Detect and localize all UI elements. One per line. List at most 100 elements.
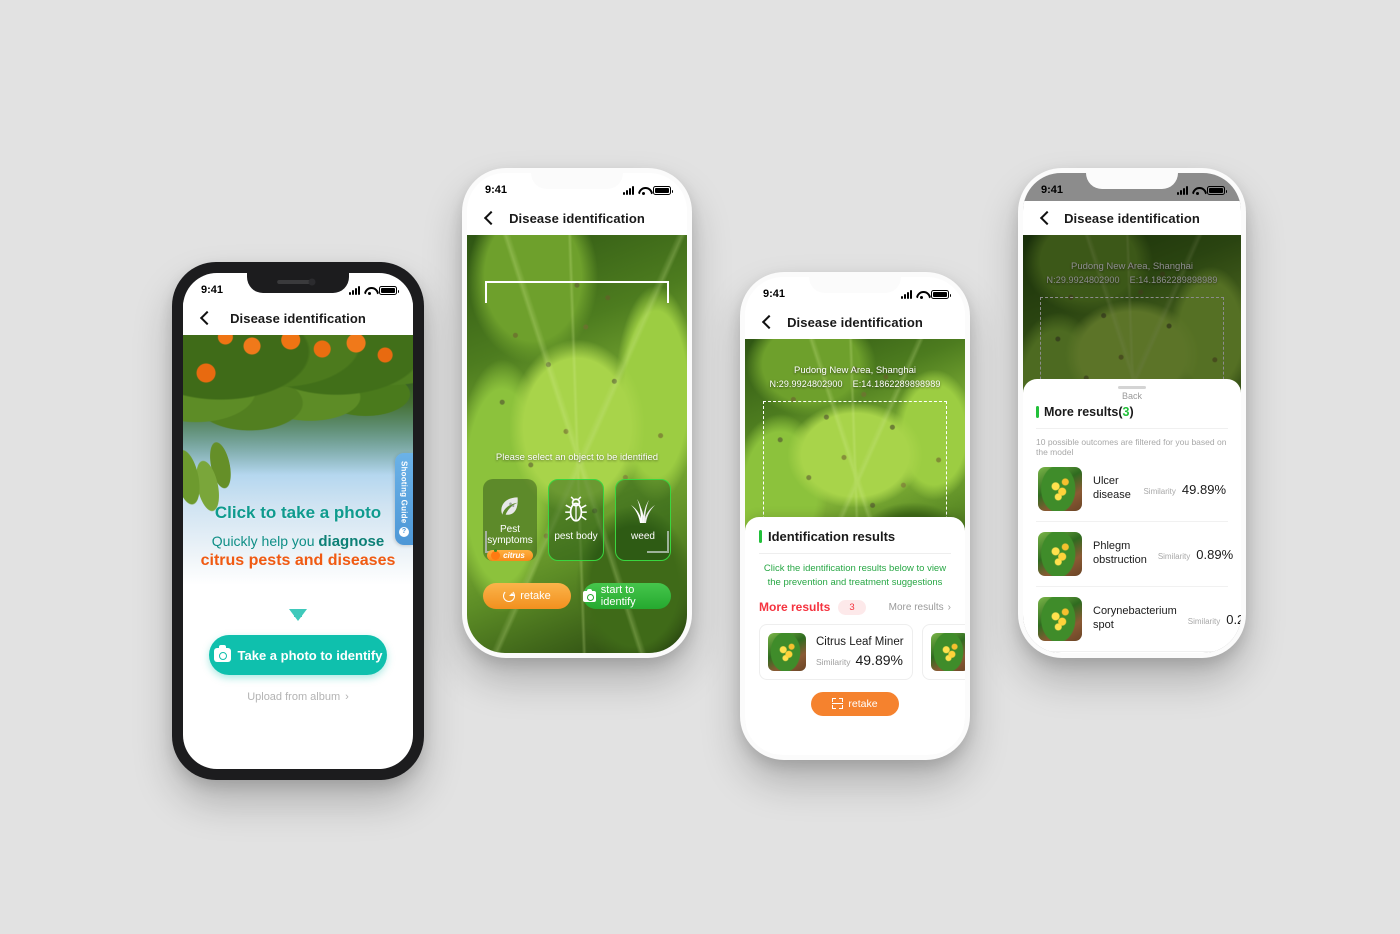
retake-button[interactable]: retake — [483, 583, 571, 609]
earpiece-speaker — [277, 280, 312, 285]
phone-3-nav-bar: Disease identification — [745, 305, 965, 339]
shooting-guide-tab[interactable]: Shooting Guide ? — [395, 453, 413, 545]
drag-handle-icon[interactable] — [1118, 386, 1146, 389]
tile-label: weed — [631, 531, 655, 542]
phone-1-notch — [247, 273, 349, 293]
wifi-icon — [1192, 186, 1203, 195]
start-identify-button[interactable]: start to identify — [583, 583, 671, 609]
result-similarity: Similarity 0.21% — [1188, 612, 1241, 627]
tile-label: Pest symptoms — [487, 523, 533, 546]
take-photo-label: Take a photo to identify — [237, 647, 383, 663]
result-name: Citrus Leaf Miner — [816, 635, 904, 648]
back-button[interactable] — [1037, 210, 1053, 226]
similarity-value: 49.89% — [855, 651, 903, 668]
status-time: 9:41 — [485, 184, 508, 196]
similarity-label: Similarity — [1157, 551, 1191, 561]
cellular-bars-icon — [901, 289, 912, 299]
back-button[interactable] — [759, 314, 775, 330]
capture-actions: retake start to identify — [483, 583, 671, 609]
citrus-badge: citrus — [487, 548, 533, 561]
result-card-next[interactable] — [922, 623, 965, 680]
sheet-subtitle: 10 possible outcomes are filtered for yo… — [1036, 428, 1228, 457]
more-results-link[interactable]: More results › — [889, 602, 951, 613]
phone-3-results: 9:41 Disease identification Pudong New A… — [740, 272, 970, 760]
battery-icon — [931, 289, 951, 299]
back-button[interactable] — [481, 210, 497, 226]
shooting-guide-label: Shooting Guide — [399, 460, 409, 524]
wifi-icon — [638, 186, 649, 195]
tile-label: pest body — [554, 531, 598, 542]
page-title: Disease identification — [1064, 210, 1200, 226]
geo-coordinates: N:29.9924802900 E:14.1862289898989 — [745, 379, 965, 389]
phone-4-notch — [1086, 173, 1178, 189]
tile-pest-body[interactable]: pest body — [548, 479, 604, 561]
result-info: Citrus Leaf Miner Similarity 49.89% — [816, 636, 904, 668]
leaf-thumbnail-icon — [1038, 532, 1082, 576]
result-cards: Citrus Leaf Miner Similarity 49.89% — [759, 623, 965, 680]
phone-3-notch — [809, 277, 901, 293]
divider — [759, 553, 951, 554]
geo-longitude: E:14.1862289898989 — [1129, 275, 1218, 285]
result-similarity: Similarity 49.89% — [1143, 482, 1226, 497]
geo-coordinates: N:29.9924802900 E:14.1862289898989 — [1023, 275, 1241, 285]
status-indicators — [1177, 185, 1227, 195]
similarity-label: Similarity — [1143, 486, 1176, 496]
list-item[interactable]: Phlegm obstruction Similarity 0.89% — [1036, 522, 1233, 587]
citrus-tree-illustration — [183, 335, 413, 475]
front-camera-icon — [308, 278, 316, 286]
upload-from-album-link[interactable]: Upload from album › — [183, 691, 413, 703]
phone-2-capture: 9:41 Disease identification Please selec… — [462, 168, 692, 658]
status-time: 9:41 — [201, 284, 224, 296]
camera-icon — [213, 645, 231, 662]
status-time: 9:41 — [1041, 184, 1064, 196]
retake-label: retake — [848, 697, 878, 710]
phone-4-nav-bar: Disease identification — [1023, 201, 1241, 235]
wifi-icon — [916, 290, 927, 299]
retake-label: retake — [520, 590, 551, 602]
refresh-icon — [503, 590, 516, 602]
phone-3-screen: 9:41 Disease identification Pudong New A… — [745, 277, 965, 755]
take-photo-button[interactable]: Take a photo to identify — [209, 635, 387, 675]
phone-4-screen: 9:41 Disease identification Pudong New A… — [1023, 173, 1241, 653]
identification-results-sheet: Identification results Click the identif… — [745, 517, 965, 755]
list-item[interactable]: Ulcer disease Similarity 49.89% — [1036, 457, 1228, 522]
more-results-link-label: More results — [888, 601, 944, 613]
page-title: Disease identification — [230, 310, 366, 326]
tile-weed[interactable]: weed — [615, 479, 671, 561]
phone-2-screen: 9:41 Disease identification Please selec… — [467, 173, 687, 653]
object-type-tiles: Pest symptoms citrus pest body weed — [483, 479, 671, 561]
list-item-partial[interactable] — [1036, 652, 1228, 653]
tagline-block: Quickly help you diagnose citrus pests a… — [183, 533, 413, 570]
retake-button[interactable]: retake — [811, 691, 899, 716]
phone-1-nav-bar: Disease identification — [183, 301, 413, 335]
tagline-plain: Quickly help you — [211, 533, 319, 549]
battery-icon — [379, 285, 399, 295]
list-item[interactable]: Corynebacterium spot Similarity 0.21% — [1036, 587, 1241, 652]
leaf-thumbnail-icon — [1038, 467, 1082, 511]
grass-icon — [628, 493, 658, 527]
sheet-header: More results(3) — [1036, 405, 1228, 419]
tile-pest-symptoms[interactable]: Pest symptoms citrus — [483, 479, 537, 561]
accent-bar — [759, 530, 762, 543]
page-title: Disease identification — [787, 314, 923, 330]
camera-icon — [583, 588, 596, 602]
status-indicators — [901, 289, 951, 299]
result-card-primary[interactable]: Citrus Leaf Miner Similarity 49.89% — [759, 623, 913, 680]
cellular-bars-icon — [349, 285, 360, 295]
result-name: Phlegm obstruction — [1093, 540, 1147, 566]
wifi-icon — [364, 286, 375, 295]
more-results-row: More results 3 More results › — [759, 599, 951, 615]
result-similarity: Similarity 0.89% — [1158, 547, 1233, 562]
scan-frame-icon — [832, 698, 844, 710]
leaf-thumbnail-icon — [1038, 597, 1082, 641]
leaf-thumbnail-icon — [931, 632, 965, 671]
status-indicators — [349, 285, 399, 295]
status-indicators — [623, 185, 673, 195]
orange-fruit-icon — [491, 548, 501, 560]
phone-1-home: 9:41 Disease identification Shooting Gui… — [172, 262, 424, 780]
citrus-badge-label: citrus — [503, 550, 525, 560]
camera-viewfinder[interactable]: Please select an object to be identified… — [467, 235, 687, 653]
sheet-back-label[interactable]: Back — [1036, 391, 1228, 401]
back-button[interactable] — [197, 310, 213, 326]
phone-2-nav-bar: Disease identification — [467, 201, 687, 235]
